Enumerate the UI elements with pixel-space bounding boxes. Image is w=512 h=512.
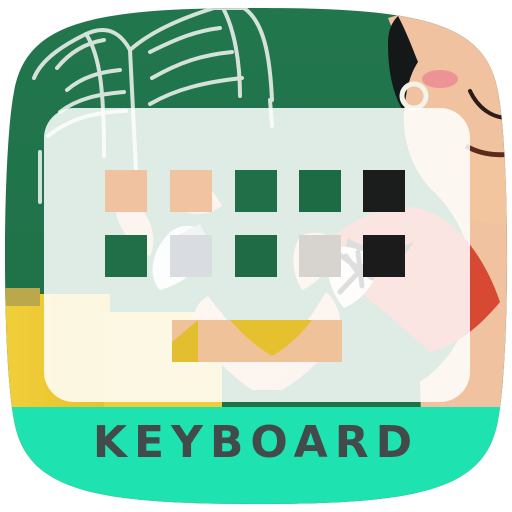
keyboard-app-icon: KEYBOARD [0,0,512,512]
keyboard-label: KEYBOARD [92,417,420,468]
